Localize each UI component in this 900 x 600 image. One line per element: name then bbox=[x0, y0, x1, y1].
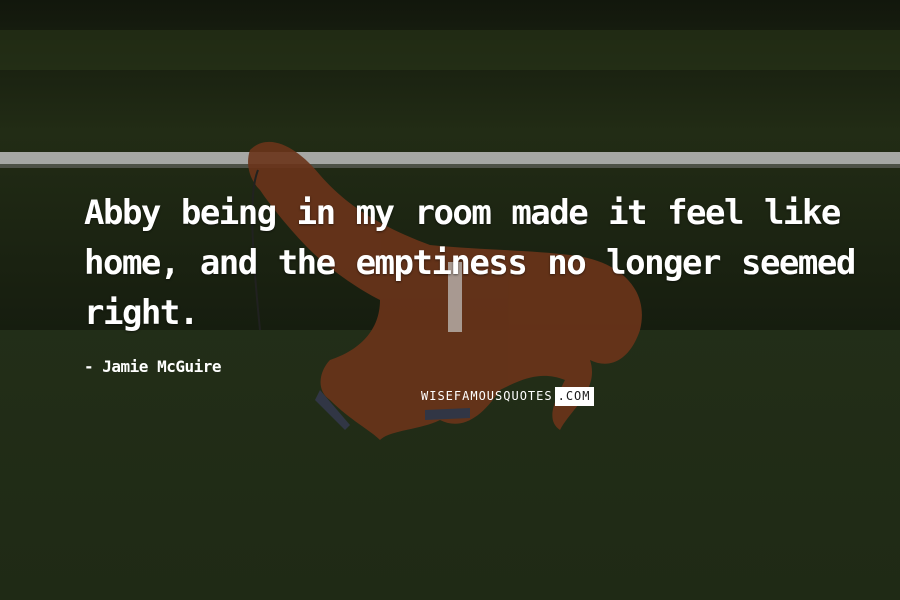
quote-author: - Jamie McGuire bbox=[84, 357, 222, 376]
watermark: WISEFAMOUSQUOTES .COM bbox=[419, 387, 594, 406]
watermark-domain: .COM bbox=[554, 387, 594, 406]
quote-image: Abby being in my room made it feel like … bbox=[0, 0, 900, 600]
rail bbox=[0, 152, 900, 164]
quote-text: Abby being in my room made it feel like … bbox=[84, 193, 856, 333]
watermark-brand: WISEFAMOUSQUOTES bbox=[421, 389, 553, 403]
